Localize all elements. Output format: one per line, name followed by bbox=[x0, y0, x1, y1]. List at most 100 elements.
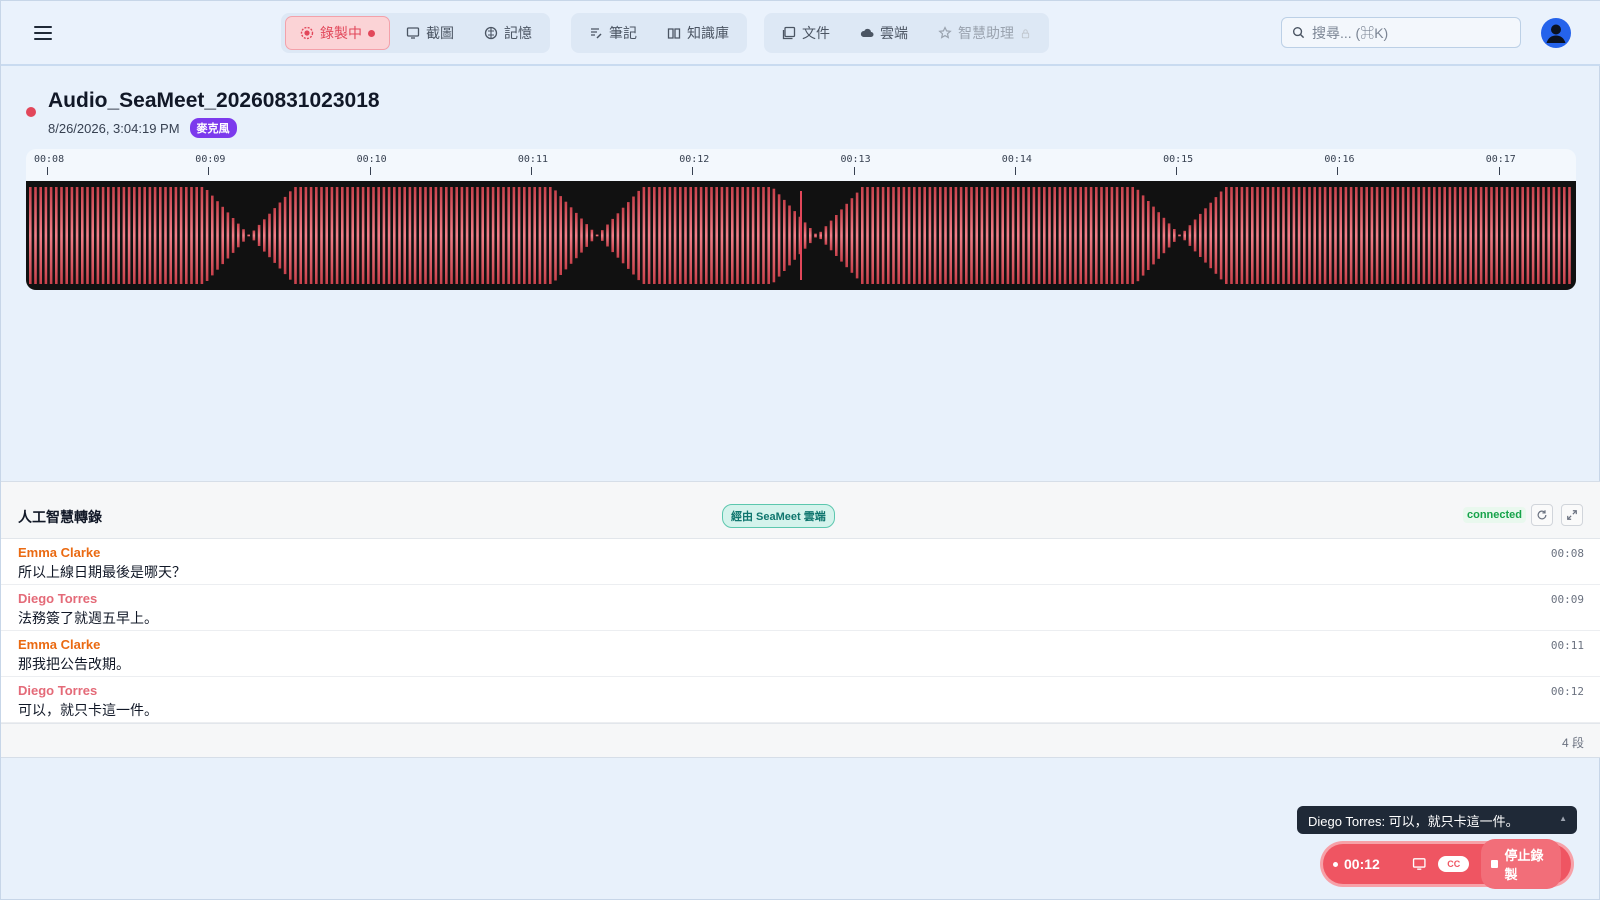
timeline-tick bbox=[530, 167, 532, 175]
waveform-bar bbox=[736, 187, 739, 284]
segment-timestamp[interactable]: 00:08 bbox=[1551, 547, 1584, 560]
screen-icon[interactable] bbox=[1412, 856, 1426, 872]
waveform-bar bbox=[595, 234, 599, 237]
expand-button[interactable] bbox=[1561, 504, 1583, 526]
nav-screenshot[interactable]: 截圖 bbox=[392, 16, 468, 50]
hamburger-menu-icon[interactable] bbox=[31, 21, 55, 45]
playhead[interactable] bbox=[800, 191, 802, 280]
waveform-bar bbox=[819, 231, 822, 240]
caption-collapse-icon[interactable]: ▲ bbox=[1559, 814, 1567, 823]
waveform-bar bbox=[164, 187, 167, 284]
waveform-bar bbox=[1479, 187, 1483, 284]
waveform-bar bbox=[153, 187, 157, 284]
transcript-row[interactable]: Emma Clarke 所以上線日期最後是哪天？ 00:08 bbox=[1, 539, 1600, 585]
waveform-bar bbox=[1386, 187, 1389, 284]
transcript-row[interactable]: Diego Torres 可以，就只卡這一件。 00:12 bbox=[1, 677, 1600, 723]
waveform-bar bbox=[528, 187, 531, 284]
waveform-bar bbox=[1183, 230, 1186, 241]
nav-group-knowledge: 筆記 知識庫 bbox=[571, 13, 747, 53]
waveform-bar bbox=[1490, 187, 1493, 284]
search-box[interactable] bbox=[1281, 17, 1521, 48]
waveform-bar bbox=[1245, 187, 1249, 284]
waveform-bar bbox=[1537, 187, 1540, 284]
waveform-bar bbox=[1297, 187, 1301, 284]
nav-notes[interactable]: 筆記 bbox=[575, 16, 651, 50]
waveform-bar bbox=[1235, 187, 1238, 284]
waveform-bar bbox=[1401, 187, 1405, 284]
waveform-bar bbox=[133, 187, 136, 284]
waveform-bar bbox=[1323, 187, 1327, 284]
waveform-bar bbox=[1110, 187, 1114, 284]
waveform-bar bbox=[1011, 187, 1015, 284]
nav-memory[interactable]: 記憶 bbox=[470, 16, 546, 50]
nav-smart-assistant[interactable]: 智慧助理 bbox=[924, 16, 1045, 50]
timeline-tick-label: 00:14 bbox=[1001, 154, 1032, 165]
recording-indicator-dot bbox=[368, 29, 375, 37]
waveform-bar bbox=[403, 187, 406, 284]
waveform-bar bbox=[1511, 187, 1514, 284]
search-input[interactable] bbox=[1312, 24, 1502, 41]
waveform-bar bbox=[569, 207, 573, 264]
waveform-bar bbox=[190, 187, 193, 284]
expand-icon bbox=[1567, 510, 1577, 520]
waveform-bar bbox=[1204, 208, 1207, 263]
segment-timestamp[interactable]: 00:11 bbox=[1551, 639, 1584, 652]
waveform-bar bbox=[1360, 187, 1363, 284]
brain-icon bbox=[484, 26, 498, 40]
refresh-button[interactable] bbox=[1531, 504, 1553, 526]
waveform-bar bbox=[611, 218, 614, 253]
waveform-bar bbox=[1370, 187, 1374, 284]
nav-recording[interactable]: 錄製中 bbox=[285, 16, 390, 50]
waveform-bar bbox=[309, 187, 313, 284]
waveform-bar bbox=[387, 187, 391, 284]
nav-documents[interactable]: 文件 bbox=[768, 16, 844, 50]
transcript-header: 人工智慧轉錄 經由 SeaMeet 雲端 connected bbox=[1, 482, 1600, 539]
transcript-row[interactable]: Diego Torres 法務簽了就週五早上。 00:09 bbox=[1, 585, 1600, 631]
waveform-bar bbox=[907, 187, 911, 284]
segment-timestamp[interactable]: 00:09 bbox=[1551, 593, 1584, 606]
waveform-bar bbox=[762, 187, 765, 284]
waveform-bar bbox=[49, 187, 53, 284]
stop-icon bbox=[1491, 860, 1499, 868]
timeline-ruler[interactable]: 00:08 00:09 00:10 00:11 00:12 00:13 00:14 00:15… bbox=[26, 149, 1576, 181]
waveform-bar bbox=[91, 187, 94, 284]
waveform-bar bbox=[1261, 187, 1264, 284]
timeline-tick-label: 00:08 bbox=[34, 154, 65, 165]
waveform-bar bbox=[268, 213, 271, 258]
waveform-bar bbox=[107, 187, 110, 284]
user-avatar-icon[interactable] bbox=[1541, 18, 1571, 48]
waveform-bar bbox=[1048, 187, 1051, 284]
waveform-bar bbox=[1381, 187, 1384, 284]
nav-knowledge-base[interactable]: 知識庫 bbox=[653, 16, 743, 50]
waveform-bar bbox=[1266, 187, 1270, 284]
recording-title: Audio_SeaMeet_20260831023018 bbox=[48, 89, 380, 112]
closed-captions-button[interactable]: CC bbox=[1438, 856, 1470, 872]
nav-cloud-label: 雲端 bbox=[880, 25, 908, 41]
waveform-bar bbox=[533, 187, 536, 284]
waveform-bar bbox=[1001, 187, 1004, 284]
waveform-bar bbox=[835, 215, 838, 256]
waveform-bar bbox=[512, 187, 516, 284]
waveform-bar bbox=[653, 187, 656, 284]
waveform-bar bbox=[60, 187, 63, 284]
waveform-bar bbox=[1438, 187, 1441, 284]
timeline-tick-label: 00:13 bbox=[840, 154, 871, 165]
nav-cloud[interactable]: 雲端 bbox=[846, 16, 922, 50]
timeline-tick bbox=[1176, 167, 1178, 175]
waveform-bar bbox=[871, 187, 874, 284]
waveform-bar bbox=[549, 187, 552, 284]
nav-memory-label: 記憶 bbox=[504, 25, 532, 41]
waveform-bar bbox=[538, 187, 542, 284]
stop-recording-button[interactable]: 停止錄製 bbox=[1481, 839, 1561, 889]
waveform-bar bbox=[642, 187, 646, 284]
transcript-row[interactable]: Emma Clarke 那我把公告改期。 00:11 bbox=[1, 631, 1600, 677]
waveform-bar bbox=[559, 196, 562, 275]
audio-waveform[interactable] bbox=[26, 181, 1576, 290]
waveform-bar bbox=[809, 228, 812, 244]
timeline-tick bbox=[1337, 167, 1339, 175]
waveform-bar bbox=[1521, 187, 1524, 284]
nav-group-capture: 錄製中 截圖 記憶 bbox=[281, 13, 550, 53]
waveform-bar bbox=[679, 187, 682, 284]
waveform-bar bbox=[1032, 187, 1036, 284]
segment-timestamp[interactable]: 00:12 bbox=[1551, 685, 1584, 698]
